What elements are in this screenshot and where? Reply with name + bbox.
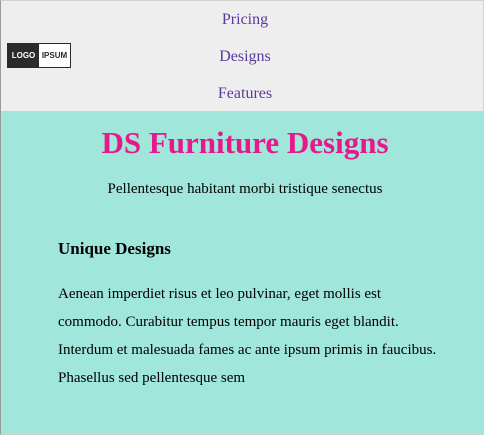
body-paragraph: Aenean imperdiet risus et leo pulvinar, … [58,286,437,386]
page-frame: LOGO IPSUM Pricing Designs Features DS F… [0,0,484,435]
hero-section: DS Furniture Designs Pellentesque habita… [1,111,483,434]
site-header: LOGO IPSUM Pricing Designs Features [1,1,483,111]
page-title: DS Furniture Designs [101,125,389,160]
nav-link-features[interactable]: Features [1,84,483,104]
tagline: Pellentesque habitant morbi tristique se… [107,181,383,197]
nav-link-pricing[interactable]: Pricing [1,10,483,30]
section-heading: Unique Designs [58,239,171,258]
nav-link-designs[interactable]: Designs [1,47,483,67]
